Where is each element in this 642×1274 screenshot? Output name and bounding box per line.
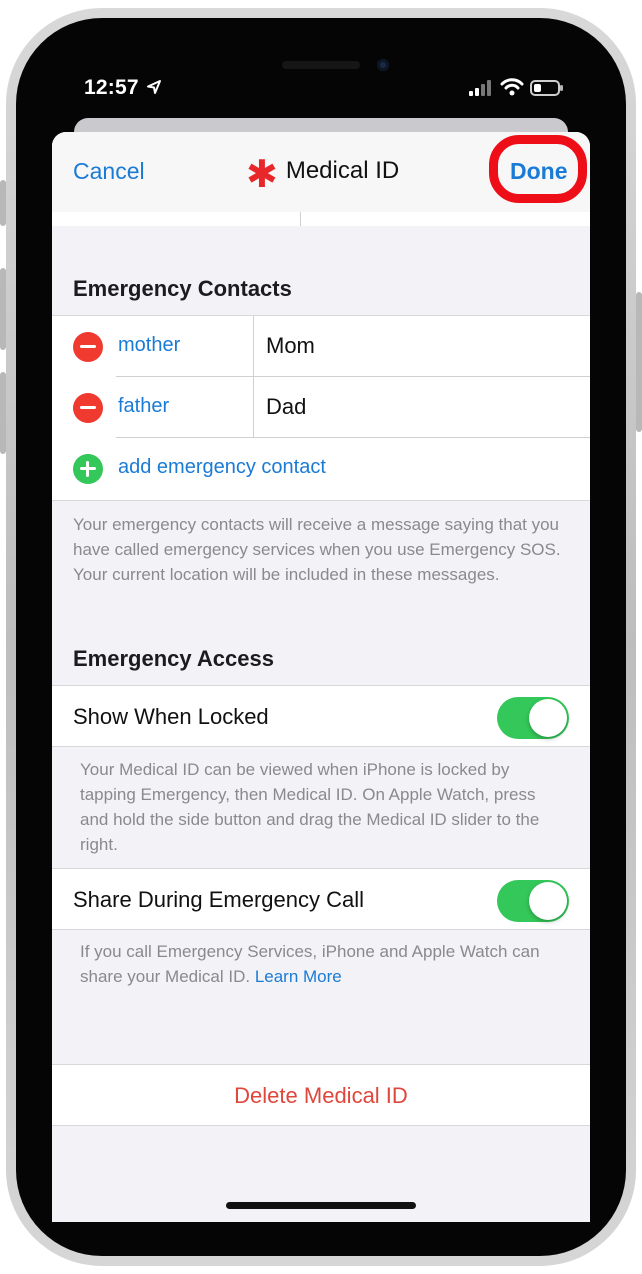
- contact-row: mother Mom: [52, 316, 590, 376]
- emergency-contacts-footnote: Your emergency contacts will receive a m…: [73, 515, 561, 584]
- add-emergency-contact-link[interactable]: add emergency contact: [118, 456, 326, 479]
- emergency-access-header: Emergency Access: [73, 646, 274, 671]
- column-divider: [300, 212, 301, 226]
- show-when-locked-label: Show When Locked: [73, 704, 269, 729]
- home-indicator: [226, 1202, 416, 1209]
- share-during-call-row: Share During Emergency Call: [52, 868, 590, 930]
- contact-name[interactable]: Mom: [266, 333, 315, 359]
- contact-relationship[interactable]: mother: [118, 334, 180, 357]
- volume-down-button: [0, 372, 6, 454]
- delete-row: Delete Medical ID: [52, 1064, 590, 1126]
- share-during-call-label: Share During Emergency Call: [73, 887, 365, 912]
- cellular-signal-icon: [469, 80, 491, 96]
- emergency-contacts-group: mother Mom father Dad add emergency cont…: [52, 315, 590, 501]
- side-button: [636, 292, 642, 432]
- share-during-call-toggle[interactable]: [497, 880, 569, 922]
- medical-id-sheet: Cancel ✱ Medical ID Done Emergency Conta…: [52, 132, 590, 1222]
- column-divider: [253, 316, 254, 376]
- battery-icon: [530, 80, 563, 96]
- done-button[interactable]: Done: [510, 158, 568, 185]
- page-title: ✱ Medical ID: [246, 154, 400, 196]
- delete-medical-id-button[interactable]: Delete Medical ID: [52, 1083, 590, 1109]
- front-camera: [377, 59, 389, 71]
- contact-row: father Dad: [52, 377, 590, 437]
- speaker-slit: [282, 61, 360, 69]
- contact-name[interactable]: Dad: [266, 394, 306, 420]
- column-divider: [253, 377, 254, 437]
- remove-contact-icon[interactable]: [73, 393, 103, 423]
- add-contact-icon[interactable]: [73, 454, 103, 484]
- cancel-button[interactable]: Cancel: [73, 158, 145, 185]
- medical-asterisk-icon: ✱: [246, 154, 278, 196]
- show-when-locked-toggle[interactable]: [497, 697, 569, 739]
- add-contact-row[interactable]: add emergency contact: [52, 438, 590, 498]
- remove-contact-icon[interactable]: [73, 332, 103, 362]
- page-title-text: Medical ID: [285, 157, 400, 184]
- silent-switch: [0, 180, 6, 226]
- wifi-icon: [500, 78, 524, 96]
- show-when-locked-footnote: Your Medical ID can be viewed when iPhon…: [80, 760, 540, 854]
- learn-more-link[interactable]: Learn More: [255, 967, 342, 986]
- toggle-knob: [529, 882, 567, 920]
- show-when-locked-row: Show When Locked: [52, 685, 590, 747]
- status-time: 12:57: [84, 76, 139, 99]
- emergency-contacts-header: Emergency Contacts: [73, 276, 292, 301]
- contact-relationship[interactable]: father: [118, 395, 169, 418]
- previous-field-row: [52, 212, 590, 226]
- navigation-bar: Cancel ✱ Medical ID Done: [52, 132, 590, 213]
- volume-up-button: [0, 268, 6, 350]
- location-arrow-icon: [147, 80, 161, 94]
- share-during-call-footnote: If you call Emergency Services, iPhone a…: [80, 939, 560, 989]
- toggle-knob: [529, 699, 567, 737]
